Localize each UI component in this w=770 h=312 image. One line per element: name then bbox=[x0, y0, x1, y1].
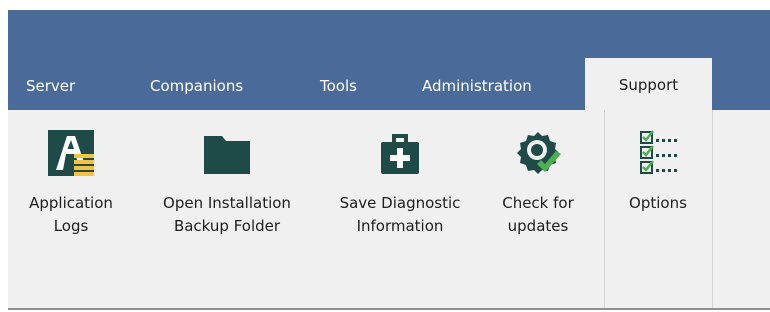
ribbon-panel: Application Logs Open Installation Backu… bbox=[8, 110, 770, 310]
open-installation-backup-folder-label: Open Installation Backup Folder bbox=[163, 194, 291, 235]
checklist-icon bbox=[640, 130, 677, 174]
options-button[interactable]: Options bbox=[608, 130, 708, 215]
ribbon-tab-bar: Server Companions Tools Administration S… bbox=[8, 58, 770, 110]
open-installation-backup-folder-button[interactable]: Open Installation Backup Folder bbox=[144, 130, 310, 238]
save-diagnostic-information-button[interactable]: Save Diagnostic Information bbox=[320, 130, 480, 238]
application-logs-button[interactable]: Application Logs bbox=[16, 130, 126, 238]
tab-companions[interactable]: Companions bbox=[150, 62, 270, 110]
check-for-updates-label: Check for updates bbox=[502, 194, 574, 235]
options-label: Options bbox=[629, 194, 687, 212]
folder-icon bbox=[204, 136, 250, 174]
check-for-updates-button[interactable]: Check for updates bbox=[488, 130, 588, 238]
application-logs-icon bbox=[48, 130, 94, 176]
save-diagnostic-information-label: Save Diagnostic Information bbox=[339, 194, 461, 235]
tab-support[interactable]: Support bbox=[585, 58, 712, 110]
tab-tools[interactable]: Tools bbox=[320, 62, 380, 110]
tab-server[interactable]: Server bbox=[26, 62, 102, 110]
ribbon-group-divider bbox=[712, 110, 713, 308]
ribbon-group-divider bbox=[604, 110, 605, 308]
tab-administration[interactable]: Administration bbox=[422, 62, 572, 110]
application-window: Server Companions Tools Administration S… bbox=[8, 10, 770, 310]
application-logs-label: Application Logs bbox=[29, 194, 113, 235]
update-badge-icon bbox=[517, 132, 561, 174]
first-aid-kit-icon bbox=[381, 134, 419, 174]
